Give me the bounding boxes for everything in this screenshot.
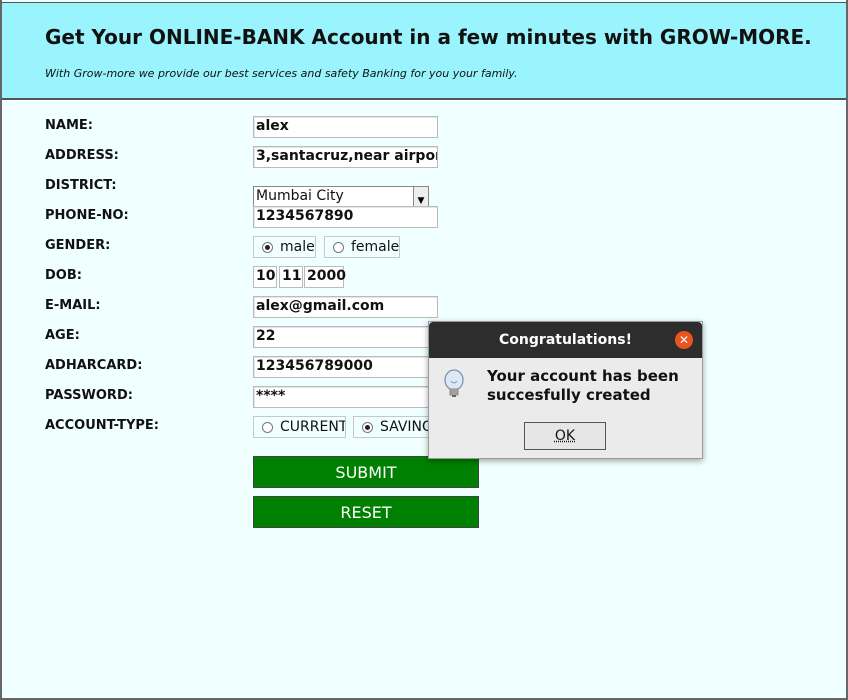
radio-unselected-icon [262,421,273,433]
lightbulb-icon [444,369,464,397]
dialog-message-line1: Your account has been [487,367,679,385]
ok-button-label: OK [554,428,576,444]
radio-selected-icon [262,241,273,253]
age-field[interactable]: 22 [253,326,438,348]
confirmation-dialog: Congratulations! ✕ Your account has been… [428,321,703,459]
account-saving-label: SAVING [380,419,433,435]
radio-unselected-icon [333,241,344,253]
window-frame [0,0,848,700]
dialog-titlebar[interactable]: Congratulations! [429,322,702,358]
account-type-label: ACCOUNT-TYPE: [45,418,159,433]
phone-field[interactable]: 1234567890 [253,206,438,228]
password-field[interactable]: **** [253,386,438,408]
dob-label: DOB: [45,268,82,283]
adharcard-label: ADHARCARD: [45,358,143,373]
address-label: ADDRESS: [45,148,119,163]
district-label: DISTRICT: [45,178,117,193]
name-label: NAME: [45,118,93,133]
gender-female-radio[interactable]: female [324,236,400,258]
reset-button[interactable]: RESET [253,496,479,528]
dialog-message: Your account has been succesfully create… [487,367,702,405]
account-current-label: CURRENT [280,419,346,435]
page-subtitle: With Grow-more we provide our best servi… [45,67,518,80]
adharcard-field[interactable]: 123456789000 [253,356,438,378]
gender-male-radio[interactable]: male [253,236,316,258]
phone-label: PHONE-NO: [45,208,129,223]
dob-day-field[interactable]: 10 [253,266,277,288]
address-field[interactable]: 3,santacruz,near airport [253,146,438,168]
name-field[interactable]: alex [253,116,438,138]
district-selected-value: Mumbai City [256,188,344,204]
submit-button[interactable]: SUBMIT [253,456,479,488]
email-label: E-MAIL: [45,298,101,313]
district-select[interactable]: Mumbai City ▼ [253,186,429,207]
chevron-down-icon[interactable]: ▼ [413,187,428,206]
dialog-title: Congratulations! [499,332,632,348]
gender-male-label: male [280,239,315,255]
age-label: AGE: [45,328,80,343]
gender-label: GENDER: [45,238,111,253]
dialog-message-line2: succesfully created [487,386,651,404]
page-title: Get Your ONLINE-BANK Account in a few mi… [45,25,812,49]
page-header: Get Your ONLINE-BANK Account in a few mi… [2,2,846,100]
password-label: PASSWORD: [45,388,133,403]
gender-female-label: female [351,239,400,255]
email-field[interactable]: alex@gmail.com [253,296,438,318]
dob-year-field[interactable]: 2000 [304,266,346,288]
account-current-radio[interactable]: CURRENT [253,416,346,438]
radio-selected-icon [362,421,373,433]
dob-month-field[interactable]: 11 [279,266,303,288]
ok-button[interactable]: OK [524,422,606,450]
close-icon[interactable]: ✕ [675,331,693,349]
